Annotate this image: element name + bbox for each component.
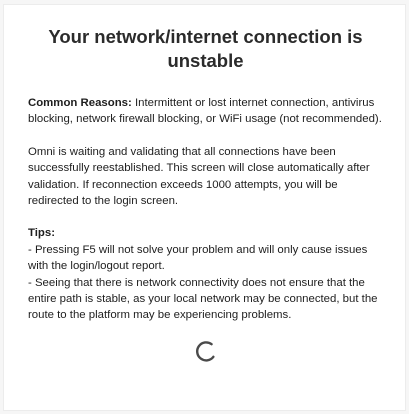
common-reasons-paragraph: Common Reasons: Intermittent or lost int… [28,95,383,128]
connection-unstable-dialog: Your network/internet connection is unst… [3,4,406,411]
tips-section: Tips: - Pressing F5 will not solve your … [28,225,383,323]
tips-label: Tips: [28,227,56,240]
spinner-container [28,339,383,363]
tip-item: - Seeing that there is network connectiv… [28,276,378,322]
common-reasons-label: Common Reasons: [28,97,132,109]
dialog-title: Your network/internet connection is unst… [48,26,363,71]
loading-spinner-icon [195,341,215,362]
tip-item: - Pressing F5 will not solve your proble… [28,243,368,273]
waiting-paragraph: Omni is waiting and validating that all … [28,145,370,208]
